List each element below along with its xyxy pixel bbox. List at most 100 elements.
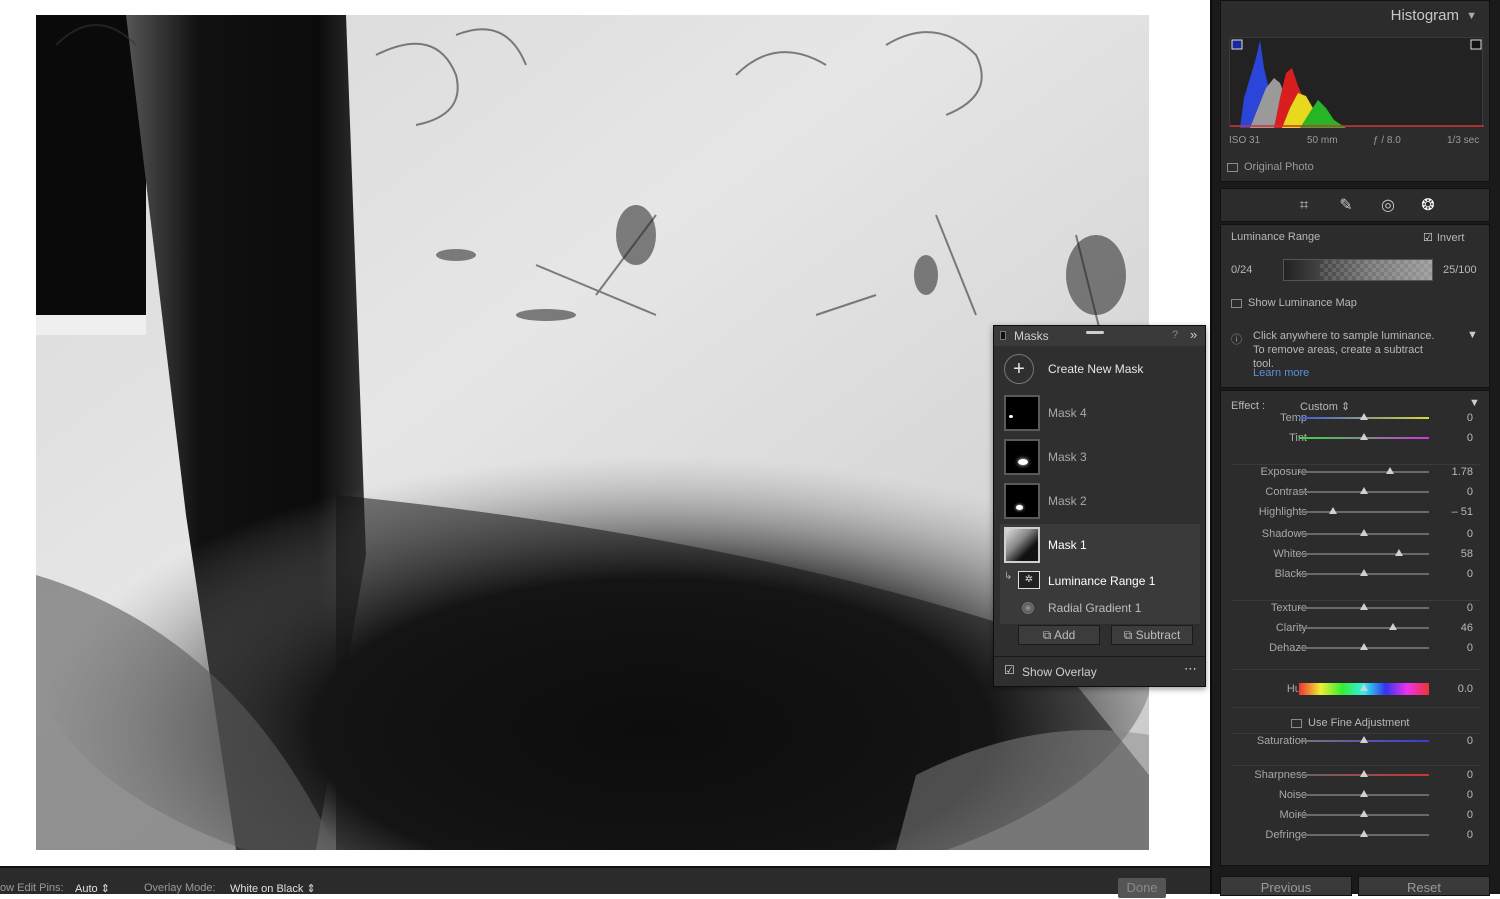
slider-track[interactable] [1299, 627, 1429, 629]
slider-value[interactable]: 58 [1461, 548, 1473, 560]
mask-item-1[interactable]: Mask 1 ↳ ✲ Luminance Range 1 Radial Grad… [1000, 524, 1200, 624]
slider-thumb[interactable] [1360, 790, 1368, 797]
slider-value[interactable]: 0 [1467, 809, 1473, 821]
more-options-icon[interactable]: ⋯ [1184, 661, 1197, 677]
slider-dehaze[interactable]: Dehaze 0 [1221, 638, 1491, 658]
slider-thumb[interactable] [1395, 549, 1404, 556]
masks-panel-header[interactable]: Masks ? » [994, 326, 1205, 346]
help-icon[interactable]: ? [1172, 329, 1178, 341]
slider-tint[interactable]: Tint0 [1221, 428, 1491, 448]
slider-value[interactable]: 46 [1461, 622, 1473, 634]
slider-saturation[interactable]: Saturation 0 [1221, 731, 1491, 751]
slider-hue[interactable]: Hue 0.0 [1221, 679, 1491, 699]
invert-checkbox[interactable]: ☑ Invert [1423, 231, 1464, 244]
slider-thumb[interactable] [1360, 413, 1368, 420]
luminance-hint: Click anywhere to sample luminance. To r… [1253, 330, 1435, 370]
slider-thumb[interactable] [1360, 529, 1368, 536]
slider-thumb[interactable] [1360, 736, 1368, 743]
slider-value[interactable]: 1.78 [1452, 466, 1473, 478]
reset-button[interactable]: Reset [1358, 876, 1490, 896]
slider-track[interactable] [1299, 511, 1429, 513]
masking-icon[interactable]: ❂ [1417, 195, 1439, 217]
collapse-triangle-icon[interactable]: ▼ [1466, 10, 1477, 22]
component-radial-gradient[interactable]: Radial Gradient 1 [1048, 601, 1141, 615]
histogram-graph[interactable] [1229, 37, 1484, 128]
slider-value[interactable]: 0 [1467, 769, 1473, 781]
slider-value[interactable]: 0 [1467, 735, 1473, 747]
luminance-range-icon[interactable]: ✲ [1018, 571, 1040, 589]
mask-item-2[interactable]: Mask 2 [1000, 480, 1200, 522]
component-luminance-range[interactable]: Luminance Range 1 [1048, 574, 1155, 588]
panel-toggle-icon[interactable] [1000, 331, 1006, 340]
slider-texture[interactable]: Texture 0 [1221, 598, 1491, 618]
mask-item-3[interactable]: Mask 3 [1000, 436, 1200, 478]
slider-value[interactable]: 0.0 [1458, 683, 1473, 695]
slider-contrast[interactable]: Contrast 0 [1221, 482, 1491, 502]
slider-highlights[interactable]: Highlights – 51 [1221, 502, 1491, 522]
slider-value[interactable]: 0 [1467, 602, 1473, 614]
mask-name: Mask 4 [1048, 406, 1087, 420]
mask-item-4[interactable]: Mask 4 [1000, 392, 1200, 434]
done-button[interactable]: Done [1118, 878, 1166, 898]
slider-thumb[interactable] [1386, 467, 1394, 474]
histogram-panel: Histogram ▼ ISO 31 50 mm ƒ / 8.0 1/3 sec… [1220, 0, 1490, 182]
original-photo-toggle[interactable]: Original Photo [1227, 161, 1314, 173]
slider-value[interactable]: 0 [1467, 642, 1473, 654]
slider-value[interactable]: 0 [1467, 568, 1473, 580]
slider-value[interactable]: 0 [1467, 412, 1473, 424]
fine-adjust-toggle[interactable]: Use Fine Adjustment [1291, 717, 1410, 729]
healing-icon[interactable]: ✎ [1335, 195, 1357, 217]
slider-blacks[interactable]: Blacks 0 [1221, 564, 1491, 584]
slider-thumb[interactable] [1360, 643, 1368, 650]
histogram-title[interactable]: Histogram [1391, 7, 1459, 24]
slider-thumb[interactable] [1360, 603, 1368, 610]
slider-value[interactable]: 0 [1467, 528, 1473, 540]
create-new-mask-button[interactable]: + Create New Mask [1000, 348, 1200, 390]
slider-exposure[interactable]: Exposure 1.78 [1221, 462, 1491, 482]
slider-track[interactable] [1299, 471, 1429, 473]
slider-clarity[interactable]: Clarity 46 [1221, 618, 1491, 638]
photo-preview[interactable] [36, 15, 1149, 850]
slider-value[interactable]: 0 [1467, 789, 1473, 801]
slider-noise[interactable]: Noise 0 [1221, 785, 1491, 805]
slider-thumb[interactable] [1360, 684, 1368, 691]
slider-shadows[interactable]: Shadows 0 [1221, 524, 1491, 544]
previous-button[interactable]: Previous [1220, 876, 1352, 896]
checkbox[interactable] [1291, 718, 1302, 728]
focal-readout: 50 mm [1307, 135, 1338, 146]
slider-value[interactable]: 0 [1467, 432, 1473, 444]
radial-gradient-icon[interactable] [1022, 602, 1034, 614]
learn-more-link[interactable]: Learn more [1253, 367, 1309, 379]
red-eye-icon[interactable]: ◎ [1377, 195, 1399, 217]
drag-handle-icon[interactable] [1086, 331, 1104, 334]
checkbox[interactable] [1227, 162, 1238, 172]
slider-temp[interactable]: Temp 0 [1221, 408, 1491, 428]
slider-thumb[interactable] [1388, 623, 1397, 630]
slider-thumb[interactable] [1360, 569, 1368, 576]
slider-thumb[interactable] [1360, 433, 1368, 440]
slider-value[interactable]: 0 [1467, 829, 1473, 841]
slider-value[interactable]: – 51 [1452, 506, 1473, 518]
slider-moir[interactable]: Moiré 0 [1221, 805, 1491, 825]
slider-thumb[interactable] [1360, 810, 1368, 817]
slider-whites[interactable]: Whites 58 [1221, 544, 1491, 564]
collapse-panel-icon[interactable]: » [1190, 327, 1197, 342]
slider-sharpness[interactable]: Sharpness 0 [1221, 765, 1491, 785]
slider-thumb[interactable] [1360, 487, 1368, 494]
checkbox[interactable] [1231, 298, 1242, 308]
edit-pins-select[interactable]: Auto ⇕ [75, 882, 110, 895]
crop-icon[interactable]: ⌗ [1293, 195, 1315, 217]
slider-track[interactable] [1299, 553, 1429, 555]
slider-thumb[interactable] [1360, 830, 1368, 837]
slider-thumb[interactable] [1360, 770, 1368, 777]
luminance-range-slider[interactable] [1283, 259, 1433, 281]
slider-value[interactable]: 0 [1467, 486, 1473, 498]
subtract-button[interactable]: ⧉ Subtract [1111, 625, 1193, 645]
overlay-mode-select[interactable]: White on Black ⇕ [230, 882, 316, 895]
add-button[interactable]: ⧉ Add [1018, 625, 1100, 645]
slider-defringe[interactable]: Defringe 0 [1221, 825, 1491, 845]
show-overlay-checkbox[interactable]: ☑ [1004, 663, 1015, 677]
slider-thumb[interactable] [1328, 507, 1337, 514]
show-luminance-map-toggle[interactable]: Show Luminance Map [1231, 297, 1357, 309]
collapse-triangle-icon[interactable]: ▼ [1467, 329, 1478, 341]
